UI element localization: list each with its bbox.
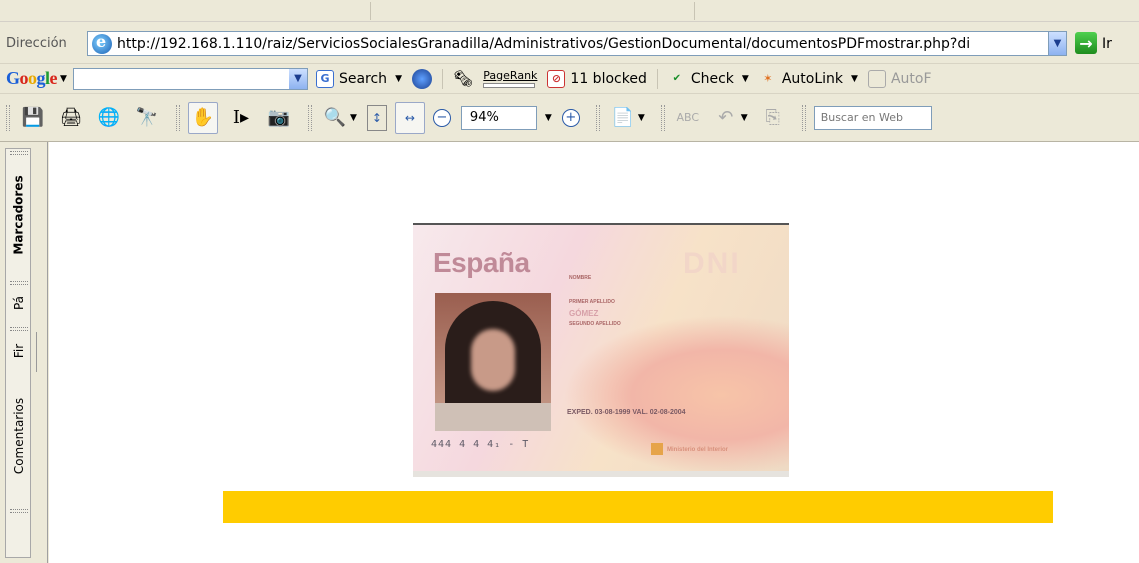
spell-check-button[interactable]: ✔ Check ▼ [668,70,749,88]
toolbar-grip[interactable] [176,104,180,131]
google-g-icon: G [315,69,334,88]
google-logo[interactable]: Google [6,68,58,89]
zoom-in-icon[interactable]: 🔍 [320,102,350,134]
acrobat-toolbar: 💾 🖨 🌐 🔭 ✋ I▸ 📷 🔍 ▼ ↕ ↔ − 94% ▼ + 📄 ▼ ABC… [0,94,1139,142]
search-button[interactable]: G Search ▼ [315,69,402,88]
email-icon[interactable]: 🌐 [94,102,124,134]
caret-down-icon[interactable]: ▼ [395,74,402,84]
copy-icon[interactable]: ⎘ [758,102,788,134]
toolbar-grip[interactable] [595,104,600,131]
separator [370,2,371,20]
spell-check-icon[interactable]: ABC [673,102,703,134]
caret-down-icon[interactable]: ▼ [638,113,645,123]
panel-splitter[interactable] [36,332,37,372]
pagerank-bar [483,82,536,88]
field-label: PRIMER APELLIDO [569,299,615,305]
id-card-image: España DNI NOMBRE PRIMER APELLIDO GÓMEZ … [413,223,789,477]
caret-down-icon[interactable]: ▼ [60,74,67,84]
autolink-button[interactable]: ✶ AutoLink ▼ [759,70,858,88]
snapshot-icon[interactable]: 📷 [264,102,294,134]
go-arrow-icon[interactable]: → [1075,32,1097,54]
caret-down-icon[interactable]: ▼ [350,113,357,123]
fit-width-icon[interactable]: ↔ [394,101,425,134]
zoom-out-icon[interactable]: − [432,108,451,127]
autofill-button[interactable]: AutoF [867,69,932,88]
separator [694,2,695,20]
zoom-field[interactable]: 94% [460,105,537,130]
text-select-icon[interactable]: I▸ [226,102,256,134]
find-icon[interactable]: 🔭 [132,102,162,134]
tab-signatures[interactable]: Fir [6,331,32,371]
caret-down-icon[interactable]: ▼ [742,74,749,84]
pagerank-indicator[interactable]: PageRank [483,70,537,88]
toolbar-grip[interactable] [308,104,312,131]
sparkle-icon: ✶ [763,72,773,85]
ministry-label: Ministerio del Interior [667,447,729,453]
undo-icon[interactable]: ↶ [711,102,741,134]
go-button-label[interactable]: Ir [1102,36,1112,52]
toolbar-grip[interactable] [6,104,10,131]
expedition-validity: EXPED. 03-08-1999 VAL. 02-08-2004 [567,409,686,416]
search-web-input[interactable]: Buscar en Web [813,105,932,130]
surname-value: GÓMEZ [569,309,599,318]
page-icon [92,32,112,54]
pdf-document-view[interactable]: España DNI NOMBRE PRIMER APELLIDO GÓMEZ … [49,142,1139,563]
autofill-icon [867,69,886,88]
zoom-in-circle-icon[interactable]: + [561,108,580,127]
popup-blocker[interactable]: ⊘ 11 blocked [547,69,647,88]
popup-blocker-icon: ⊘ [547,69,566,88]
fit-page-icon[interactable]: ↕ [366,104,387,131]
address-label: Dirección [6,36,67,51]
tab-strip: Marcadores Pá Fir Comentarios [5,148,31,558]
highlight-bar [223,491,1053,523]
chevron-down-icon[interactable]: ▼ [1048,32,1066,55]
menu-strip [0,0,1139,22]
ministry-logo-icon [651,443,663,455]
google-search-input[interactable]: ▼ [72,67,308,90]
field-label: SEGUNDO APELLIDO [569,321,621,327]
globe-icon[interactable] [411,68,432,89]
address-field[interactable]: http://192.168.1.110/raiz/ServiciosSocia… [87,31,1067,56]
chevron-down-icon[interactable]: ▼ [288,68,307,89]
toolbar-grip[interactable] [660,104,665,131]
spellcheck-icon: ✔ [672,73,682,84]
card-title: España [433,247,530,278]
field-label: NOMBRE [569,275,592,281]
caret-down-icon[interactable]: ▼ [741,113,748,123]
tab-grip [10,509,28,513]
address-url[interactable]: http://192.168.1.110/raiz/ServiciosSocia… [117,36,1048,52]
toolbar-grip[interactable] [801,104,806,131]
tab-pages[interactable]: Pá [6,285,32,321]
caret-down-icon[interactable]: ▼ [545,113,552,123]
address-bar: Dirección http://192.168.1.110/raiz/Serv… [0,24,1139,64]
photo [435,293,551,431]
page-layout-icon[interactable]: 📄 [608,102,638,134]
google-toolbar: Google ▼ ▼ G Search ▼ 🗞 PageRank ⊘ 11 bl… [0,64,1139,94]
tab-bookmarks[interactable]: Marcadores [6,155,32,275]
separator [656,68,658,89]
tab-comments[interactable]: Comentarios [6,371,32,501]
hand-tool-icon[interactable]: ✋ [188,101,218,134]
card-bottom-edge [413,471,789,477]
caret-down-icon[interactable]: ▼ [851,74,858,84]
save-icon[interactable]: 💾 [18,102,48,134]
news-icon[interactable]: 🗞 [453,69,473,88]
print-icon[interactable]: 🖨 [56,102,86,134]
navigation-panel-tabs: Marcadores Pá Fir Comentarios [0,142,48,563]
card-watermark: DNI [683,247,741,280]
separator [441,68,443,89]
id-number: 444 4 4 4₁ - T [431,439,530,450]
